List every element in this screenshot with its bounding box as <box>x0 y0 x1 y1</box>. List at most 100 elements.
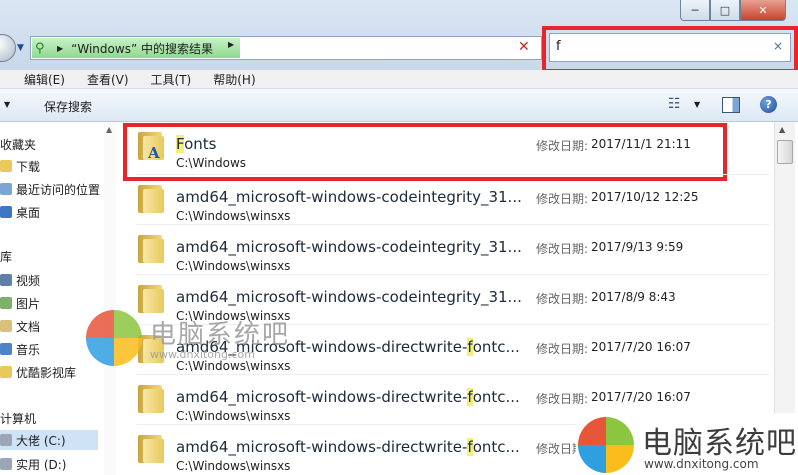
nav-label: 计算机 <box>0 411 37 426</box>
chevron-right-icon[interactable]: ▶ <box>57 44 63 53</box>
menu-help[interactable]: 帮助(H) <box>213 71 255 88</box>
download-folder-icon <box>0 160 12 172</box>
nav-drive-c[interactable]: 大佬 (C:) <box>0 430 98 450</box>
nav-label: 优酷影视库 <box>16 365 77 380</box>
history-dropdown-icon[interactable]: ▼ <box>17 43 24 53</box>
scroll-up-icon[interactable]: ▲ <box>779 125 785 134</box>
nav-drive-d[interactable]: 实用 (D:) <box>0 454 66 474</box>
nav-downloads[interactable]: 下载 <box>0 156 40 176</box>
item-name: amd64_microsoft-windows-codeintegrity_31… <box>176 238 522 256</box>
watermark-url: www.dnxitong.com <box>150 348 255 361</box>
date-label: 修改日期: <box>536 292 589 306</box>
nav-desktop[interactable]: 桌面 <box>0 202 40 222</box>
drive-icon <box>0 458 12 470</box>
item-path: C:\Windows\winsxs <box>176 259 291 273</box>
windows-logo-icon <box>86 310 142 366</box>
nav-label: 视频 <box>16 273 41 288</box>
watermark-brand: 电脑系统吧 <box>150 320 291 350</box>
folder-icon <box>138 235 164 263</box>
music-library-icon <box>0 343 12 355</box>
nav-pictures[interactable]: 图片 <box>0 293 40 313</box>
document-library-icon <box>0 320 12 332</box>
nav-label: 桌面 <box>16 205 41 220</box>
close-button[interactable]: ✕ <box>740 0 786 21</box>
nav-label: 库 <box>0 249 13 264</box>
nav-youku-library[interactable]: 优酷影视库 <box>0 362 76 382</box>
highlight-box-search <box>542 26 798 73</box>
scroll-up-icon[interactable]: ▲ <box>106 125 112 134</box>
nav-label: 实用 (D:) <box>16 457 67 472</box>
search-results-icon: ⚲ <box>35 40 45 56</box>
item-date: 2017/9/13 9:59 <box>591 240 684 254</box>
scroll-thumb[interactable] <box>777 140 793 164</box>
nav-label: 收藏夹 <box>0 137 37 152</box>
nav-music[interactable]: 音乐 <box>0 339 40 359</box>
nav-libraries[interactable]: 库 <box>0 246 12 266</box>
breadcrumb[interactable]: ⚲ ▶ “Windows” 中的搜索结果 <box>32 38 240 58</box>
menu-bar: 编辑(E) 查看(V) 工具(T) 帮助(H) <box>0 70 798 89</box>
folder-icon <box>138 435 164 463</box>
view-options-icon[interactable]: ☷ <box>668 96 681 112</box>
stop-search-icon[interactable]: ✕ <box>518 39 530 55</box>
navigation-pane: 收藏夹 下载 最近访问的位置 桌面 库 视频 图片 文档 音乐 优酷影视库 计算… <box>0 122 106 475</box>
nav-computer[interactable]: 计算机 <box>0 408 36 428</box>
list-item[interactable]: amd64_microsoft-windows-codeintegrity_31… <box>136 174 770 225</box>
menu-edit[interactable]: 编辑(E) <box>24 71 65 88</box>
video-library-icon <box>0 274 12 286</box>
windows-logo-icon <box>578 417 634 473</box>
item-name: amd64_microsoft-windows-codeintegrity_31… <box>176 188 522 206</box>
menu-tools[interactable]: 工具(T) <box>151 71 192 88</box>
preview-pane-icon[interactable] <box>722 97 740 113</box>
nav-favorites[interactable]: 收藏夹 <box>0 134 36 154</box>
folder-icon <box>138 385 164 413</box>
date-label: 修改日期: <box>536 192 589 206</box>
minimize-button[interactable]: ─ <box>680 0 710 21</box>
watermark-center: 电脑系统吧 www.dnxitong.com <box>86 308 336 368</box>
nav-recent[interactable]: 最近访问的位置 <box>0 179 100 199</box>
item-name: amd64_microsoft-windows-directwrite-font… <box>176 438 520 456</box>
nav-label: 大佬 (C:) <box>16 433 66 448</box>
item-date: 2017/10/12 12:25 <box>591 190 699 204</box>
view-dropdown-icon[interactable]: ▼ <box>694 100 700 109</box>
nav-label: 最近访问的位置 <box>16 182 101 197</box>
list-item[interactable]: amd64_microsoft-windows-codeintegrity_31… <box>136 224 770 275</box>
highlight-box-fonts <box>123 123 727 181</box>
item-path: C:\Windows\winsxs <box>176 409 291 423</box>
address-bar[interactable]: ⚲ ▶ “Windows” 中的搜索结果 <box>30 36 542 60</box>
watermark-url: www.dnxitong.com <box>644 457 759 471</box>
watermark-corner: 电脑系统吧 www.dnxitong.com <box>576 413 798 475</box>
save-search-button[interactable]: 保存搜索 <box>44 98 92 115</box>
chevron-right-icon[interactable]: ▶ <box>228 40 234 49</box>
back-button[interactable] <box>0 34 16 62</box>
nav-label: 下载 <box>16 159 41 174</box>
item-name: amd64_microsoft-windows-directwrite-font… <box>176 388 520 406</box>
item-path: C:\Windows\winsxs <box>176 459 291 473</box>
folder-icon <box>138 185 164 213</box>
desktop-icon <box>0 206 12 218</box>
nav-documents[interactable]: 文档 <box>0 316 40 336</box>
help-icon[interactable]: ? <box>760 96 777 113</box>
folder-icon <box>0 366 12 378</box>
nav-label: 文档 <box>16 319 41 334</box>
maximize-button[interactable]: □ <box>710 0 740 21</box>
item-date: 2017/8/9 8:43 <box>591 290 676 304</box>
watermark-brand: 电脑系统吧 <box>642 426 797 461</box>
nav-videos[interactable]: 视频 <box>0 270 40 290</box>
recent-places-icon <box>0 183 12 195</box>
item-name: amd64_microsoft-windows-codeintegrity_31… <box>176 288 522 306</box>
drive-icon <box>0 434 12 446</box>
date-label: 修改日期: <box>536 392 589 406</box>
menu-view[interactable]: 查看(V) <box>87 71 129 88</box>
date-label: 修改日期: <box>536 242 589 256</box>
picture-library-icon <box>0 297 12 309</box>
nav-label: 音乐 <box>16 342 41 357</box>
item-path: C:\Windows\winsxs <box>176 209 291 223</box>
item-date: 2017/7/20 16:07 <box>591 340 691 354</box>
organize-dropdown-icon[interactable]: ▼ <box>4 100 10 109</box>
nav-label: 图片 <box>16 296 41 311</box>
breadcrumb-search-results[interactable]: “Windows” 中的搜索结果 <box>71 40 213 57</box>
window-controls: ─ □ ✕ <box>680 0 786 21</box>
command-bar: ▼ 保存搜索 ☷ ▼ ? <box>0 89 798 122</box>
date-label: 修改日期: <box>536 342 589 356</box>
nav-scrollbar[interactable]: ▲ <box>104 122 116 475</box>
